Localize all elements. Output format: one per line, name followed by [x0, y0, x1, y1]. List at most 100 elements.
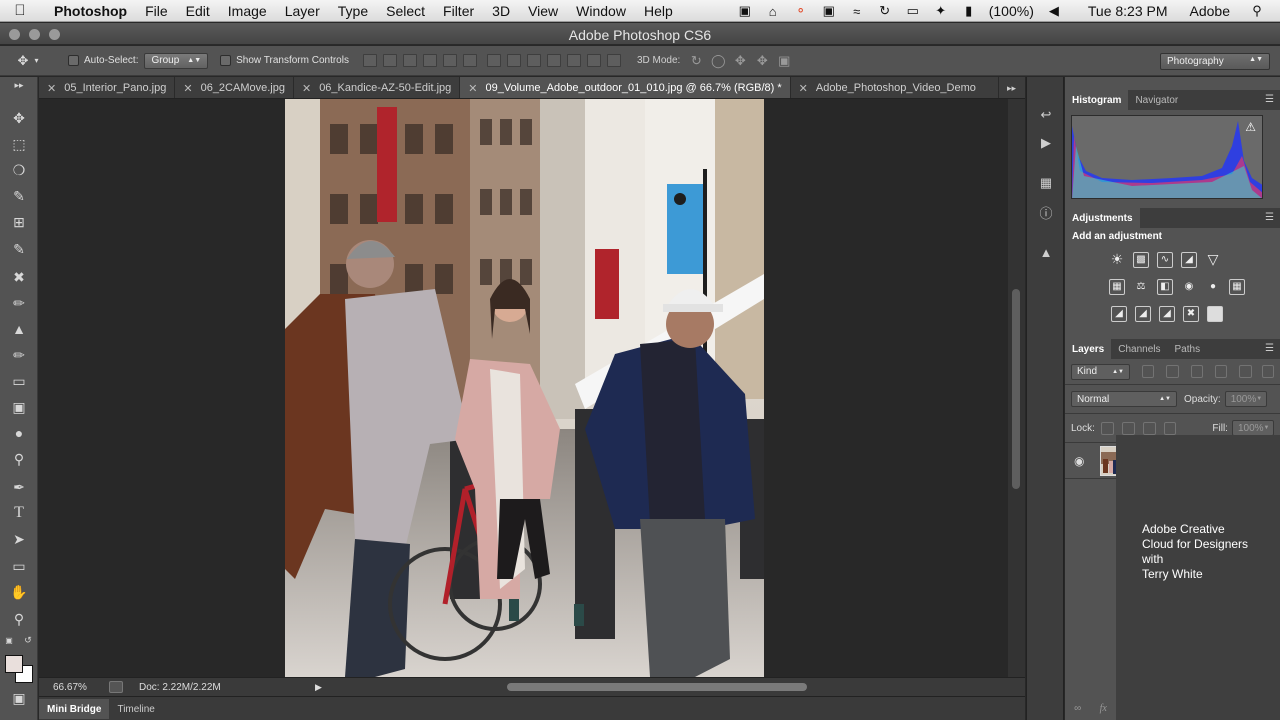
horizontal-scroll-thumb[interactable] — [507, 683, 807, 691]
align-left-icon[interactable] — [422, 54, 437, 67]
tab-timeline[interactable]: Timeline — [109, 699, 162, 719]
clone-stamp-tool-icon[interactable]: ▲ — [8, 318, 30, 340]
hue-saturation-icon[interactable]: ▦ — [1109, 278, 1125, 295]
foreground-color-swatch[interactable] — [5, 655, 23, 673]
hand-tool-icon[interactable]: ✋ — [8, 581, 30, 603]
time-machine-icon[interactable]: ↻ — [874, 3, 896, 19]
status-menu-arrow-icon[interactable]: ▶ — [315, 682, 322, 693]
close-tab-icon[interactable]: ✕ — [302, 82, 311, 95]
distribute-right-icon[interactable] — [586, 54, 601, 67]
actions-play-icon[interactable]: ▶ — [1036, 133, 1056, 153]
lock-position-icon[interactable] — [1142, 421, 1156, 435]
filter-type-icon[interactable] — [1190, 365, 1204, 378]
tab-document-active[interactable]: ✕ 09_Volume_Adobe_outdoor_01_010.jpg @ 66… — [460, 77, 791, 98]
path-selection-tool-icon[interactable]: ➤ — [8, 528, 30, 550]
pen-tool-icon[interactable]: ✒ — [8, 476, 30, 498]
panel-menu-icon[interactable]: ☰ — [1265, 94, 1274, 105]
monitor-icon[interactable]: ▣ — [734, 3, 756, 19]
posterize-icon[interactable]: ◢ — [1135, 305, 1151, 322]
3d-scale-icon[interactable]: ▣ — [776, 53, 792, 69]
history-icon[interactable]: ↩ — [1036, 105, 1056, 125]
auto-align-icon[interactable] — [606, 54, 621, 67]
distribute-left-icon[interactable] — [546, 54, 561, 67]
blend-mode-dropdown[interactable]: Normal ▲▼ — [1071, 391, 1177, 407]
crop-tool-icon[interactable]: ⊞ — [8, 211, 30, 233]
default-colors-icon[interactable]: ▣ — [3, 634, 15, 646]
swap-colors-icon[interactable]: ↺ — [22, 634, 34, 646]
link-layers-icon[interactable]: ∞ — [1074, 703, 1081, 714]
lock-transparent-icon[interactable] — [1100, 421, 1114, 435]
tab-document-5[interactable]: ✕ Adobe_Photoshop_Video_Demo — [791, 77, 999, 98]
invert-icon[interactable]: ◢ — [1111, 305, 1127, 322]
home-icon[interactable]: ⌂ — [762, 3, 784, 19]
tab-overflow-icon[interactable]: ▸▸ — [999, 77, 1025, 98]
quick-selection-tool-icon[interactable]: ✎ — [8, 185, 30, 207]
fill-field[interactable]: 100% ▼ — [1231, 420, 1274, 436]
align-right-icon[interactable] — [462, 54, 477, 67]
status-export-icon[interactable] — [109, 681, 123, 693]
zoom-level[interactable]: 66.67% — [39, 682, 91, 693]
menu-file[interactable]: File — [136, 3, 177, 19]
photo-filter-icon[interactable]: ◉ — [1181, 279, 1197, 295]
vibrance-icon[interactable]: ▽ — [1205, 251, 1221, 268]
distribute-vcenter-icon[interactable] — [506, 54, 521, 67]
dodge-tool-icon[interactable]: ⚲ — [8, 448, 30, 470]
black-white-icon[interactable]: ◧ — [1157, 278, 1173, 295]
align-hcenter-icon[interactable] — [442, 54, 457, 67]
clone-source-icon[interactable]: ▲ — [1036, 242, 1056, 262]
collapse-toolbar-icon[interactable]: ▸▸ — [8, 79, 30, 91]
visibility-eye-icon[interactable]: ◉ — [1074, 454, 1088, 468]
menu-edit[interactable]: Edit — [177, 3, 219, 19]
3d-slide-icon[interactable]: ✥ — [754, 53, 770, 69]
transform-controls-checkbox[interactable] — [220, 55, 232, 66]
brightness-contrast-icon[interactable]: ☀ — [1109, 251, 1125, 268]
vertical-scroll-thumb[interactable] — [1012, 289, 1020, 489]
blur-tool-icon[interactable]: ● — [8, 422, 30, 444]
tab-histogram[interactable]: Histogram — [1065, 90, 1129, 110]
cache-warning-icon[interactable]: ⚠ — [1245, 120, 1256, 134]
gradient-map-icon[interactable] — [1207, 305, 1223, 322]
selective-color-icon[interactable]: ✖ — [1183, 305, 1199, 322]
levels-icon[interactable]: ▩ — [1133, 251, 1149, 268]
tab-navigator[interactable]: Navigator — [1128, 90, 1185, 110]
align-vcenter-icon[interactable] — [382, 54, 397, 67]
menu-image[interactable]: Image — [219, 3, 276, 19]
filter-toggle-icon[interactable] — [1261, 365, 1275, 378]
3d-rotate-icon[interactable]: ↻ — [688, 53, 704, 69]
lasso-tool-icon[interactable]: ❍ — [8, 159, 30, 181]
menu-help[interactable]: Help — [635, 3, 682, 19]
distribute-hcenter-icon[interactable] — [566, 54, 581, 67]
exposure-icon[interactable]: ◢ — [1181, 251, 1197, 268]
curves-icon[interactable]: ∿ — [1157, 251, 1173, 268]
close-tab-icon[interactable]: ✕ — [799, 82, 808, 95]
menu-window[interactable]: Window — [567, 3, 635, 19]
apple-icon[interactable]:  — [0, 2, 40, 19]
brush-presets-icon[interactable]: ▦ — [1036, 173, 1056, 193]
canvas-area[interactable] — [39, 99, 1025, 677]
canvas-vertical-scrollbar[interactable] — [1008, 99, 1025, 677]
battery-icon[interactable]: ▮ — [958, 3, 980, 19]
menu-type[interactable]: Type — [329, 3, 377, 19]
align-top-icon[interactable] — [362, 54, 377, 67]
panel-menu-icon[interactable]: ☰ — [1265, 212, 1274, 223]
tab-document-3[interactable]: ✕ 06_Kandice-AZ-50-Edit.jpg — [294, 77, 461, 98]
distribute-top-icon[interactable] — [486, 54, 501, 67]
tab-document-2[interactable]: ✕ 06_2CAMove.jpg — [175, 77, 294, 98]
eraser-tool-icon[interactable]: ▭ — [8, 370, 30, 392]
workspace-switcher[interactable]: Photography ▲▼ — [1160, 53, 1270, 70]
tab-document-1[interactable]: ✕ 05_Interior_Pano.jpg — [39, 77, 176, 98]
tab-adjustments[interactable]: Adjustments — [1065, 208, 1140, 228]
history-brush-tool-icon[interactable]: ✏ — [8, 344, 30, 366]
gradient-tool-icon[interactable]: ▣ — [8, 396, 30, 418]
tab-paths[interactable]: Paths — [1168, 339, 1208, 359]
menu-layer[interactable]: Layer — [276, 3, 329, 19]
menu-view[interactable]: View — [519, 3, 567, 19]
menubar-user[interactable]: Adobe — [1184, 3, 1236, 19]
lock-all-icon[interactable] — [1163, 421, 1177, 435]
broadcast-icon[interactable]: ⚬ — [790, 3, 812, 19]
align-bottom-icon[interactable] — [402, 54, 417, 67]
tab-mini-bridge[interactable]: Mini Bridge — [39, 699, 110, 719]
channel-mixer-icon[interactable]: ● — [1205, 279, 1221, 295]
close-tab-icon[interactable]: ✕ — [47, 82, 56, 95]
menu-3d[interactable]: 3D — [483, 3, 519, 19]
